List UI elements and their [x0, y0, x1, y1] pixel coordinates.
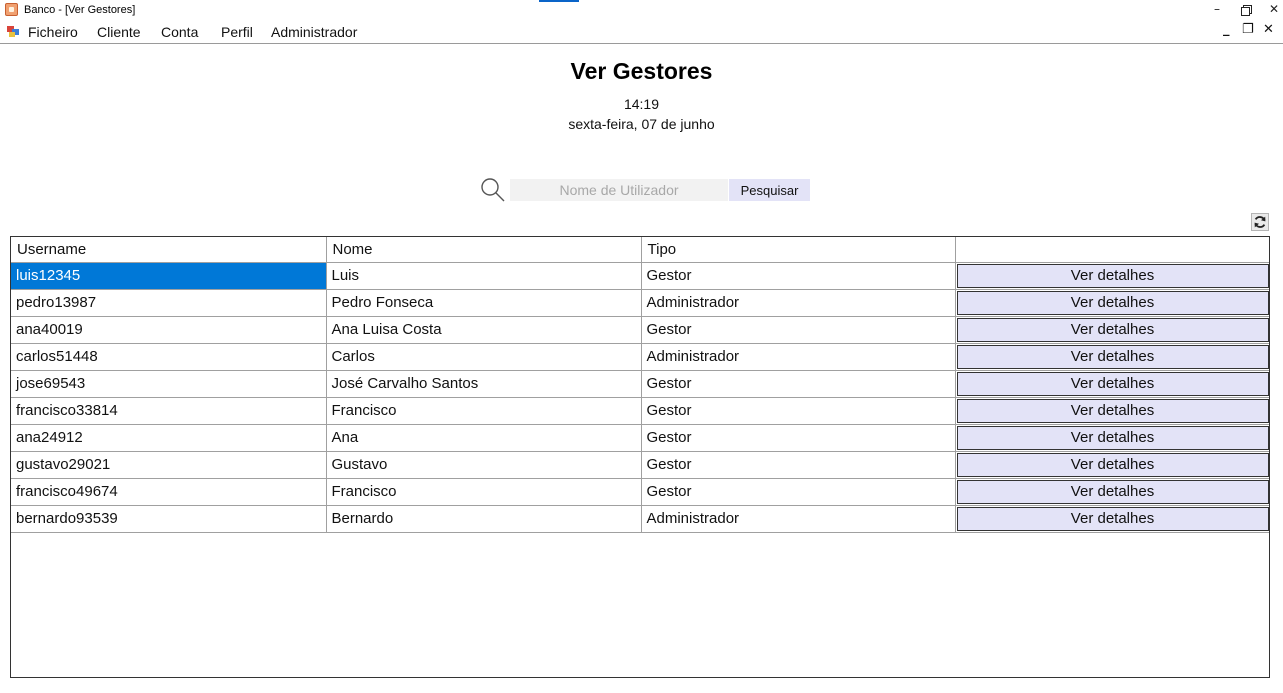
table-row[interactable]: carlos51448 Carlos Administrador Ver det… [11, 343, 1269, 371]
cell-username[interactable]: francisco49674 [11, 478, 327, 506]
cell-tipo[interactable]: Gestor [641, 370, 956, 398]
ver-detalhes-button[interactable]: Ver detalhes [956, 452, 1269, 477]
clock-date: sexta-feira, 07 de junho [568, 116, 715, 132]
cell-tipo[interactable]: Administrador [641, 505, 956, 533]
cell-action: Ver detalhes [955, 505, 1269, 533]
cell-action: Ver detalhes [955, 316, 1269, 344]
app-icon [5, 3, 18, 16]
cell-tipo[interactable]: Administrador [641, 289, 956, 317]
ver-detalhes-button[interactable]: Ver detalhes [956, 344, 1269, 369]
cell-nome[interactable]: Carlos [326, 343, 642, 371]
column-header-tipo[interactable]: Tipo [641, 237, 956, 263]
cell-action: Ver detalhes [955, 478, 1269, 506]
refresh-icon [1254, 216, 1266, 228]
table-row[interactable]: pedro13987 Pedro Fonseca Administrador V… [11, 289, 1269, 317]
ver-detalhes-button[interactable]: Ver detalhes [956, 317, 1269, 342]
window-titlebar: Banco - [Ver Gestores] – ✕ [0, 0, 1283, 20]
cell-tipo[interactable]: Administrador [641, 343, 956, 371]
cell-tipo[interactable]: Gestor [641, 316, 956, 344]
cell-nome[interactable]: Gustavo [326, 451, 642, 479]
cell-username[interactable]: pedro13987 [11, 289, 327, 317]
table-row[interactable]: luis12345 Luis Gestor Ver detalhes [11, 262, 1269, 290]
cell-nome[interactable]: Pedro Fonseca [326, 289, 642, 317]
search-icon[interactable] [480, 177, 506, 203]
cell-nome[interactable]: Francisco [326, 397, 642, 425]
cell-action: Ver detalhes [955, 397, 1269, 425]
cell-tipo[interactable]: Gestor [641, 424, 956, 452]
ver-detalhes-button[interactable]: Ver detalhes [956, 290, 1269, 315]
menu-bar: Ficheiro Cliente Conta Perfil Administra… [0, 20, 1283, 44]
mdi-close-button[interactable]: ✕ [1263, 22, 1274, 37]
cell-tipo[interactable]: Gestor [641, 397, 956, 425]
cell-nome[interactable]: Ana Luisa Costa [326, 316, 642, 344]
cell-tipo[interactable]: Gestor [641, 451, 956, 479]
mdi-restore-button[interactable]: ❐ [1242, 22, 1254, 37]
gestores-table[interactable]: Username Nome Tipo luis12345 Luis Gestor… [10, 236, 1270, 678]
search-button[interactable]: Pesquisar [729, 179, 810, 201]
cell-nome[interactable]: José Carvalho Santos [326, 370, 642, 398]
ver-detalhes-button[interactable]: Ver detalhes [956, 371, 1269, 396]
ver-detalhes-button[interactable]: Ver detalhes [956, 263, 1269, 288]
menu-cliente[interactable]: Cliente [97, 24, 141, 40]
clock-time: 14:19 [623, 96, 660, 112]
cell-action: Ver detalhes [955, 262, 1269, 290]
cell-action: Ver detalhes [955, 343, 1269, 371]
search-input[interactable] [510, 179, 728, 201]
cell-username[interactable]: bernardo93539 [11, 505, 327, 533]
menu-ficheiro[interactable]: Ficheiro [28, 24, 78, 40]
cell-nome[interactable]: Ana [326, 424, 642, 452]
cell-action: Ver detalhes [955, 451, 1269, 479]
cell-username[interactable]: jose69543 [11, 370, 327, 398]
table-row[interactable]: jose69543 José Carvalho Santos Gestor Ve… [11, 370, 1269, 398]
menu-administrador[interactable]: Administrador [271, 24, 357, 40]
cell-username[interactable]: francisco33814 [11, 397, 327, 425]
ver-detalhes-button[interactable]: Ver detalhes [956, 506, 1269, 531]
cell-username[interactable]: ana24912 [11, 424, 327, 452]
table-row[interactable]: ana24912 Ana Gestor Ver detalhes [11, 424, 1269, 452]
window-minimize-button[interactable]: – [1202, 0, 1232, 20]
ver-detalhes-button[interactable]: Ver detalhes [956, 398, 1269, 423]
titlebar-accent [539, 0, 579, 2]
table-row[interactable]: francisco49674 Francisco Gestor Ver deta… [11, 478, 1269, 506]
window-close-button[interactable]: ✕ [1259, 0, 1283, 20]
cell-tipo[interactable]: Gestor [641, 478, 956, 506]
table-row[interactable]: francisco33814 Francisco Gestor Ver deta… [11, 397, 1269, 425]
table-row[interactable]: gustavo29021 Gustavo Gestor Ver detalhes [11, 451, 1269, 479]
cell-action: Ver detalhes [955, 370, 1269, 398]
cell-username[interactable]: gustavo29021 [11, 451, 327, 479]
mdi-child-icon[interactable] [7, 26, 20, 37]
mdi-minimize-button[interactable]: _ [1223, 22, 1230, 37]
cell-nome[interactable]: Luis [326, 262, 642, 290]
refresh-button[interactable] [1251, 213, 1269, 231]
window-title: Banco - [Ver Gestores] [24, 4, 136, 16]
restore-icon [1241, 4, 1252, 16]
ver-detalhes-button[interactable]: Ver detalhes [956, 425, 1269, 450]
table-header-row: Username Nome Tipo [11, 237, 1269, 263]
cell-username[interactable]: luis12345 [11, 262, 327, 290]
column-header-action [955, 237, 1269, 263]
table-row[interactable]: bernardo93539 Bernardo Administrador Ver… [11, 505, 1269, 533]
cell-action: Ver detalhes [955, 289, 1269, 317]
ver-detalhes-button[interactable]: Ver detalhes [956, 479, 1269, 504]
cell-action: Ver detalhes [955, 424, 1269, 452]
menu-conta[interactable]: Conta [161, 24, 198, 40]
table-row[interactable]: ana40019 Ana Luisa Costa Gestor Ver deta… [11, 316, 1269, 344]
cell-nome[interactable]: Bernardo [326, 505, 642, 533]
window-restore-button[interactable] [1231, 0, 1261, 20]
cell-nome[interactable]: Francisco [326, 478, 642, 506]
column-header-nome[interactable]: Nome [326, 237, 642, 263]
cell-tipo[interactable]: Gestor [641, 262, 956, 290]
page-title: Ver Gestores [570, 58, 713, 84]
cell-username[interactable]: ana40019 [11, 316, 327, 344]
menu-perfil[interactable]: Perfil [221, 24, 253, 40]
column-header-username[interactable]: Username [11, 237, 327, 263]
cell-username[interactable]: carlos51448 [11, 343, 327, 371]
